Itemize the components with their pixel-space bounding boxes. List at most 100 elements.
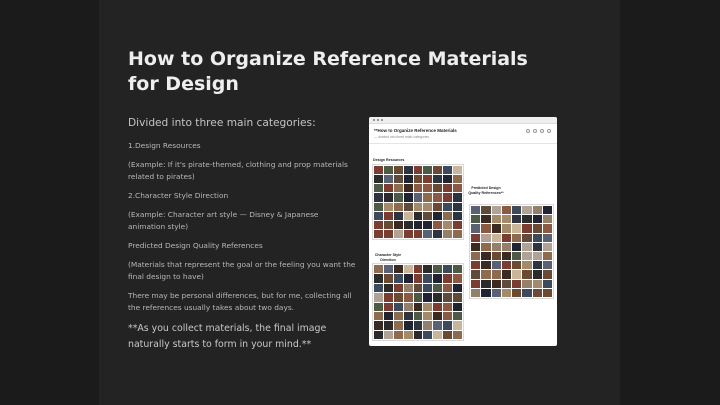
reference-thumbnail [383, 283, 393, 293]
reference-thumbnail [542, 279, 552, 288]
reference-thumbnail [374, 265, 383, 274]
predicted-quality-panel [469, 204, 554, 299]
reference-thumbnail [481, 288, 491, 297]
reference-thumbnail [512, 288, 522, 297]
reference-thumbnail [423, 302, 433, 311]
reference-thumbnail [481, 206, 491, 215]
reference-thumbnail [512, 224, 522, 233]
reference-thumbnail [393, 293, 403, 302]
window-dot-icon [381, 119, 383, 121]
reference-thumbnail [512, 279, 522, 288]
reference-thumbnail [481, 251, 491, 261]
reference-thumbnail [443, 330, 453, 339]
reference-thumbnail [542, 224, 552, 233]
reference-thumbnail [383, 274, 393, 283]
reference-thumbnail [453, 283, 462, 293]
reference-thumbnail [522, 261, 532, 270]
board-label-design-resources: Design Resources [373, 158, 405, 162]
reference-thumbnail [532, 279, 542, 288]
reference-thumbnail [491, 261, 501, 270]
header-icons [526, 129, 551, 133]
reference-thumbnail [393, 184, 403, 193]
reference-thumbnail [374, 293, 383, 302]
reference-thumbnail [501, 224, 511, 233]
reference-thumbnail [423, 211, 433, 220]
reference-thumbnail [542, 270, 552, 279]
reference-thumbnail [374, 211, 383, 220]
reference-thumbnail [453, 220, 462, 229]
reference-thumbnail [393, 220, 403, 229]
reference-thumbnail [423, 311, 433, 321]
window-dot-icon [377, 119, 379, 121]
reference-thumbnail [383, 321, 393, 330]
reference-thumbnail [403, 166, 413, 175]
reference-thumbnail [501, 288, 511, 297]
reference-thumbnail [532, 261, 542, 270]
reference-thumbnail [433, 175, 443, 184]
reference-thumbnail [393, 274, 403, 283]
reference-thumbnail [403, 220, 413, 229]
reference-thumbnail [433, 302, 443, 311]
reference-thumbnail [522, 242, 532, 251]
reference-thumbnail [423, 283, 433, 293]
reference-thumbnail [413, 302, 423, 311]
reference-thumbnail [423, 293, 433, 302]
reference-thumbnail [491, 233, 501, 242]
reference-thumbnail [512, 261, 522, 270]
reference-thumbnail [403, 229, 413, 238]
reference-thumbnail [542, 233, 552, 242]
window-titlebar [369, 117, 557, 124]
character-style-mosaic [373, 264, 463, 340]
reference-thumbnail [393, 265, 403, 274]
document-title: **How to Organize Reference Materials [374, 128, 457, 133]
reference-thumbnail [393, 175, 403, 184]
reference-thumbnail [522, 233, 532, 242]
reference-thumbnail [413, 220, 423, 229]
reference-thumbnail [501, 270, 511, 279]
reference-thumbnail [383, 220, 393, 229]
reference-thumbnail [413, 184, 423, 193]
reference-thumbnail [393, 302, 403, 311]
reference-thumbnail [453, 302, 462, 311]
reference-thumbnail [532, 288, 542, 297]
reference-thumbnail [374, 220, 383, 229]
reference-thumbnail [393, 283, 403, 293]
reference-thumbnail [393, 229, 403, 238]
reference-thumbnail [433, 202, 443, 211]
reference-thumbnail [491, 288, 501, 297]
reference-thumbnail [374, 175, 383, 184]
reference-thumbnail [532, 206, 542, 215]
reference-thumbnail [403, 265, 413, 274]
reference-thumbnail [453, 211, 462, 220]
search-icon [526, 129, 530, 133]
reference-thumbnail [383, 229, 393, 238]
reference-thumbnail [403, 302, 413, 311]
time-note: There may be personal differences, but f… [128, 291, 352, 312]
reference-thumbnail [471, 251, 481, 261]
reference-thumbnail [471, 233, 481, 242]
reference-thumbnail [383, 184, 393, 193]
reference-thumbnail [393, 330, 403, 339]
reference-thumbnail [512, 270, 522, 279]
reference-thumbnail [481, 224, 491, 233]
reference-thumbnail [453, 184, 462, 193]
reference-thumbnail [403, 175, 413, 184]
reference-thumbnail [501, 215, 511, 224]
reference-thumbnail [413, 321, 423, 330]
reference-thumbnail [443, 229, 453, 238]
reference-thumbnail [403, 274, 413, 283]
reference-thumbnail [522, 224, 532, 233]
reference-thumbnail [443, 193, 453, 202]
share-icon [540, 129, 544, 133]
document-subtitle: — divided into three main categories [374, 135, 430, 139]
reference-thumbnail [393, 202, 403, 211]
reference-thumbnail [433, 211, 443, 220]
reference-thumbnail [423, 166, 433, 175]
reference-thumbnail [522, 215, 532, 224]
reference-thumbnail [471, 279, 481, 288]
reference-thumbnail [383, 302, 393, 311]
reference-thumbnail [383, 193, 393, 202]
reference-thumbnail [403, 283, 413, 293]
reference-thumbnail [491, 270, 501, 279]
reference-thumbnail [481, 279, 491, 288]
